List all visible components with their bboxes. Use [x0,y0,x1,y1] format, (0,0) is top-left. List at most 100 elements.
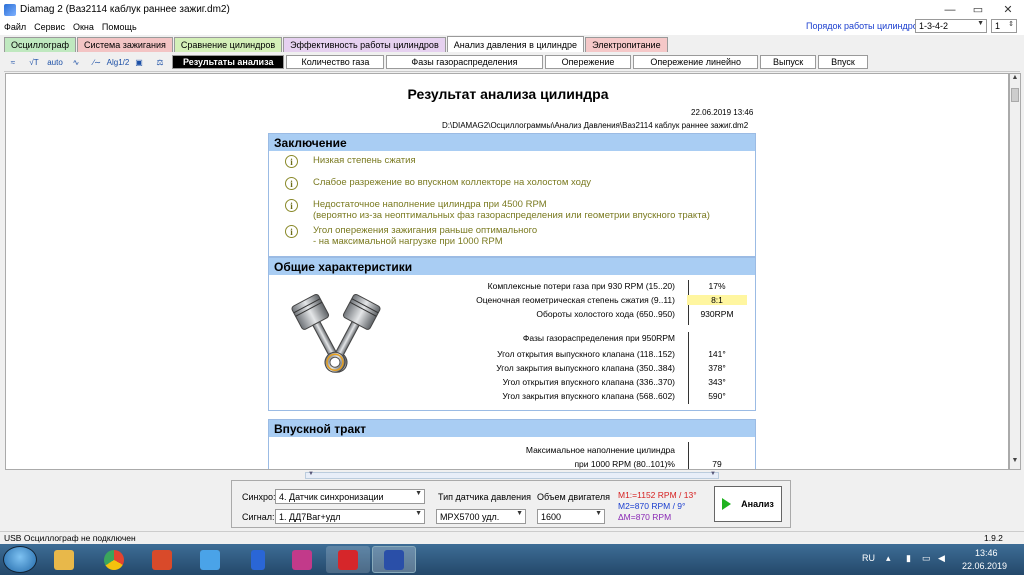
conclusion-text: Угол опережения зажигания раньше оптимал… [313,225,538,236]
maximize-button[interactable]: ▭ [964,0,992,19]
media-player-icon[interactable] [140,546,184,573]
cylinder-order-label[interactable]: Порядок работы цилиндров [806,21,923,31]
chevron-down-icon: ▼ [415,510,422,517]
explorer-icon[interactable] [42,546,86,573]
conclusion-item: i Угол опережения зажигания раньше оптим… [285,225,537,247]
wave-icon[interactable]: ∿ [67,54,85,70]
subtab-gas-quantity[interactable]: Количество газа [286,55,385,69]
volume-icon[interactable]: ◀ [938,553,945,564]
conclusion-subtext: - на максимальной нагрузке при 1000 RPM [313,236,503,247]
tab-pressure-analysis[interactable]: Анализ давления в цилиндре [446,36,585,52]
characteristic-value: 343° [708,377,726,387]
characteristic-label: Фазы газораспределения при 950RPM [522,333,675,343]
scroll-up-icon[interactable]: ▲ [1010,74,1020,86]
subtab-results[interactable]: Результаты анализа [172,55,285,69]
subtab-valve-timing[interactable]: Фазы газораспределения [386,55,543,69]
tray-arrow-icon[interactable]: ▴ [886,553,891,564]
vertical-scrollbar[interactable]: ▲ ▼ [1009,73,1021,470]
speaker-icon[interactable] [188,546,232,573]
characteristic-row: Угол открытия выпускного клапана (118..1… [269,349,755,362]
battery-icon[interactable]: ▭ [922,553,931,564]
trend-icon[interactable]: ∕∼ [88,54,106,70]
chevron-down-icon: ▼ [977,20,984,27]
engine-volume-label: Объем двигателя [537,492,610,502]
sync-value: 4. Датчик синхронизации [279,491,384,502]
scroll-thumb[interactable] [1011,88,1019,102]
window-title: Diamag 2 (Ваз2114 каблук раннее зажиг.dm… [20,4,230,15]
clock-date[interactable]: 22.06.2019 [962,561,1007,571]
clock-time[interactable]: 13:46 [975,548,998,558]
tab-power-supply[interactable]: Электропитание [585,37,668,52]
tab-label: Эффективность работы цилиндров [290,40,439,50]
panel-splitter[interactable]: ▼ ▼ [305,471,719,479]
spinner-arrows-icon: ⇕ [1008,21,1014,28]
menu-windows[interactable]: Окна [73,22,94,32]
algo-icon[interactable]: Alg1/2 [107,54,130,70]
info-icon: i [285,155,298,168]
chrome-icon[interactable] [92,546,136,573]
analyze-button[interactable]: Анализ [714,486,782,522]
characteristic-value-highlighted: 8:1 [687,295,747,305]
compare-icon[interactable]: ⚖ [151,54,169,70]
start-button[interactable] [3,546,37,573]
tab-ignition-system[interactable]: Система зажигания [77,37,173,52]
subtab-advance-linear[interactable]: Опережение линейно [633,55,758,69]
conclusion-item: i Слабое разрежение во впускном коллекто… [285,177,591,190]
taskbar: RU ▴ ▮ ▭ ◀ 13:46 22.06.2019 [0,544,1024,575]
characteristic-value: 378° [708,363,726,373]
bluetooth-icon[interactable] [236,546,280,573]
diamag-logo-icon [4,3,16,16]
conclusion-subtext: (вероятно из-за неоптимальных фаз газора… [313,210,710,221]
tab-oscilloscope[interactable]: Осциллограф [4,37,76,52]
info-icon: i [285,225,298,238]
conclusion-text: Низкая степень сжатия [313,155,416,166]
sync-label: Синхро: [242,492,276,502]
diamag-icon[interactable] [372,546,416,573]
signal-label: Сигнал: [242,512,275,522]
pressure-sensor-select[interactable]: MPX5700 удл. ▼ [436,509,526,524]
toolbar: ≈ √T auto ∿ ∕∼ Alg1/2 ▣ ⚖ Результаты ана… [4,53,1020,72]
curve-icon[interactable]: ≈ [4,54,22,70]
tab-cylinder-comparison[interactable]: Сравнение цилиндров [173,37,283,52]
splitter-down-icon[interactable]: ▼ [308,471,314,477]
scroll-down-icon[interactable]: ▼ [1010,457,1020,469]
tab-cylinder-efficiency[interactable]: Эффективность работы цилиндров [283,37,446,52]
close-button[interactable]: ✕ [992,0,1024,19]
general-characteristics-section: Общие характеристики Комплексные потери … [268,257,756,411]
menu-help[interactable]: Помощь [102,22,137,32]
conclusion-item: i Низкая степень сжатия [285,155,416,168]
general-characteristics-heading: Общие характеристики [269,258,755,275]
engine-volume-value: 1600 [541,511,562,522]
splitter-down-icon[interactable]: ▼ [710,471,716,477]
conclusion-text: Недостаточное наполнение цилиндра при 45… [313,199,547,210]
cylinder-number-spinner[interactable]: 1 ⇕ [991,19,1017,33]
auto-icon[interactable]: auto [46,54,64,70]
menu-file[interactable]: Файл [4,22,26,32]
characteristic-label: при 1000 RPM (80..101)% [574,459,675,469]
signal-select[interactable]: 1. ДД7Ваг+удл ▼ [275,509,425,524]
pressure-sensor-label: Тип датчика давления [438,492,532,502]
chevron-down-icon: ▼ [415,490,422,497]
minimize-button[interactable]: — [936,0,964,19]
network-icon[interactable]: ▮ [906,553,911,564]
archiver-icon[interactable] [280,546,324,573]
subtab-intake[interactable]: Впуск [818,55,868,69]
characteristic-value: 17% [708,281,726,291]
tab-label: Система зажигания [84,40,166,50]
characteristic-row: Угол закрытия выпускного клапана (350..3… [269,363,755,376]
subtab-exhaust[interactable]: Выпуск [759,55,817,69]
save-icon[interactable]: ▣ [130,54,148,70]
cylinder-number-value: 1 [995,21,1001,31]
engine-volume-select[interactable]: 1600 ▼ [537,509,605,524]
chevron-down-icon: ▼ [595,510,602,517]
characteristic-label: Обороты холостого хода (650..950) [536,309,675,319]
chart-icon[interactable]: √T [25,54,43,70]
language-indicator[interactable]: RU [862,553,875,563]
subtab-advance[interactable]: Опережение [544,55,632,69]
sync-select[interactable]: 4. Датчик синхронизации ▼ [275,489,425,504]
cylinder-order-select[interactable]: 1-3-4-2 ▼ [915,19,987,33]
main-tabs: Осциллограф Система зажигания Сравнение … [4,36,669,52]
pdf-icon[interactable] [326,546,370,573]
menu-service[interactable]: Сервис [34,22,65,32]
characteristic-row: Фазы газораспределения при 950RPM [269,333,755,346]
